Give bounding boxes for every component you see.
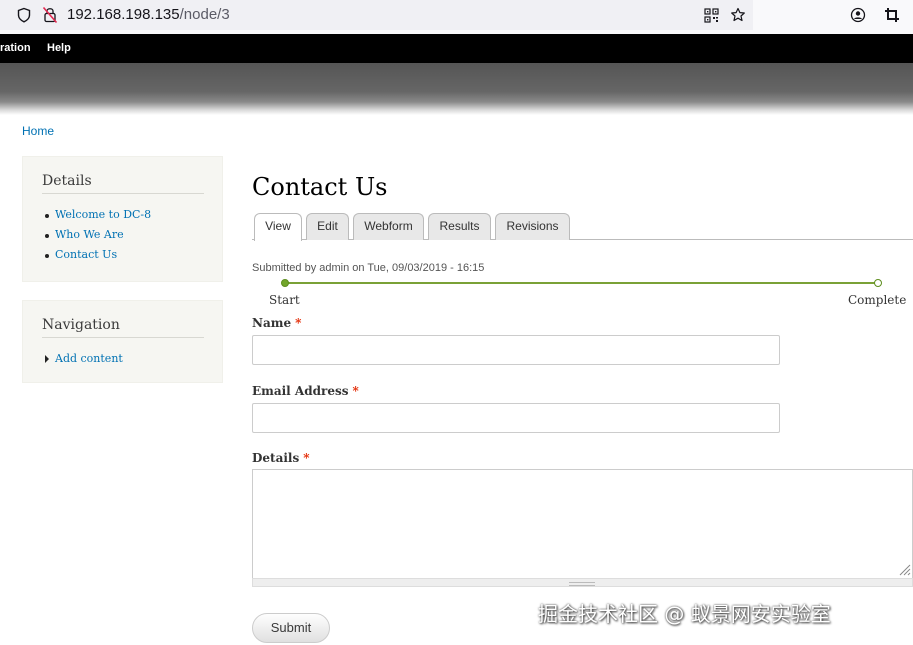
required-marker: *	[303, 451, 310, 465]
details-block-title: Details	[42, 173, 92, 189]
progress-bar	[285, 282, 878, 284]
admin-toolbar: ration Help	[0, 34, 913, 63]
toolbar-item-configuration[interactable]: ration	[0, 42, 31, 54]
sidebar-link-add-content[interactable]: Add content	[55, 352, 123, 365]
qr-code-icon[interactable]	[701, 5, 721, 25]
url-text[interactable]: 192.168.198.135/node/3	[67, 6, 230, 23]
shield-icon[interactable]	[14, 5, 34, 25]
bookmark-star-icon[interactable]	[728, 5, 748, 25]
sidebar-navigation-block: Navigation Add content	[22, 300, 223, 383]
tab-revisions[interactable]: Revisions	[495, 213, 570, 240]
resize-handle-icon[interactable]	[898, 563, 911, 576]
progress-end-marker	[874, 279, 882, 287]
progress-start-label: Start	[269, 293, 300, 307]
sidebar-link-who-we-are[interactable]: Who We Are	[55, 228, 124, 241]
email-input[interactable]	[252, 403, 780, 433]
progress-end-label: Complete	[848, 293, 907, 307]
tabs-divider	[252, 239, 913, 240]
divider	[42, 193, 204, 194]
site-header	[0, 63, 913, 115]
tab-edit[interactable]: Edit	[306, 213, 349, 240]
page-title: Contact Us	[252, 173, 388, 201]
tab-view[interactable]: View	[254, 213, 302, 241]
details-textarea[interactable]	[252, 469, 913, 579]
divider	[42, 337, 204, 338]
collapsed-arrow-icon	[45, 355, 49, 363]
name-label: Name *	[252, 316, 302, 330]
details-label: Details *	[252, 451, 310, 465]
breadcrumb-home-link[interactable]: Home	[22, 124, 54, 138]
email-label: Email Address *	[252, 384, 359, 398]
account-icon[interactable]	[848, 5, 868, 25]
name-input[interactable]	[252, 335, 780, 365]
tab-results[interactable]: Results	[428, 213, 491, 240]
bullet	[45, 234, 49, 238]
required-marker: *	[352, 384, 359, 398]
navigation-block-title: Navigation	[42, 317, 120, 333]
crop-icon[interactable]	[882, 5, 902, 25]
textarea-resize-grip[interactable]	[252, 578, 913, 587]
submit-button[interactable]: Submit	[252, 613, 330, 643]
progress-start-marker	[281, 279, 289, 287]
insecure-lock-icon[interactable]	[40, 5, 60, 25]
sidebar-link-welcome[interactable]: Welcome to DC-8	[55, 208, 151, 221]
tab-webform[interactable]: Webform	[353, 213, 424, 240]
watermark-text: 掘金技术社区 @ 蚁景网安实验室	[538, 602, 831, 626]
submitted-info: Submitted by admin on Tue, 09/03/2019 - …	[252, 262, 485, 274]
address-bar[interactable]: 192.168.198.135/node/3	[0, 0, 753, 30]
sidebar-details-block: Details Welcome to DC-8 Who We Are Conta…	[22, 156, 223, 282]
bullet	[45, 214, 49, 218]
toolbar-item-help[interactable]: Help	[47, 42, 71, 54]
browser-toolbar: 192.168.198.135/node/3	[0, 0, 913, 34]
required-marker: *	[295, 316, 302, 330]
sidebar-link-contact-us[interactable]: Contact Us	[55, 248, 117, 261]
bullet	[45, 254, 49, 258]
